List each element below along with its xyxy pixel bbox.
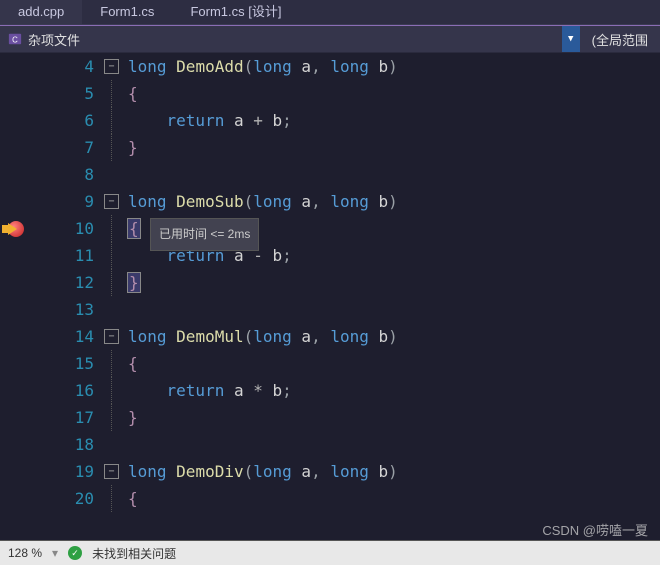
code-line[interactable] xyxy=(104,431,660,458)
line-number-gutter: 4567891011121314151617181920 xyxy=(34,53,104,543)
line-number: 7 xyxy=(34,134,94,161)
line-number: 12 xyxy=(34,269,94,296)
tab-form1-design[interactable]: Form1.cs [设计] xyxy=(172,0,299,24)
code-line[interactable] xyxy=(104,161,660,188)
tab-add-cpp[interactable]: add.cpp xyxy=(0,0,82,24)
zoom-dropdown-icon[interactable]: ▾ xyxy=(52,546,58,560)
code-line[interactable]: } xyxy=(104,269,660,296)
project-dropdown[interactable]: C 杂项文件 xyxy=(0,30,562,49)
line-number: 6 xyxy=(34,107,94,134)
line-number: 8 xyxy=(34,161,94,188)
code-line[interactable]: } xyxy=(104,404,660,431)
zoom-level[interactable]: 128 % xyxy=(8,546,42,560)
code-line[interactable]: return a * b; xyxy=(104,377,660,404)
project-name: 杂项文件 xyxy=(28,30,80,49)
line-number: 13 xyxy=(34,296,94,323)
fold-toggle[interactable]: − xyxy=(104,59,119,74)
line-number: 17 xyxy=(34,404,94,431)
code-area[interactable]: −long DemoAdd(long a, long b){ return a … xyxy=(104,53,660,543)
line-number: 18 xyxy=(34,431,94,458)
line-number: 11 xyxy=(34,242,94,269)
fold-toggle[interactable]: − xyxy=(104,329,119,344)
status-bar: 128 % ▾ ✓ 未找到相关问题 xyxy=(0,540,660,565)
line-number: 4 xyxy=(34,53,94,80)
perf-tooltip: 已用时间 <= 2ms xyxy=(150,218,259,251)
chevron-down-icon: ▼ xyxy=(568,34,573,44)
tab-form1-cs[interactable]: Form1.cs xyxy=(82,0,172,24)
line-number: 20 xyxy=(34,485,94,512)
code-line[interactable]: { xyxy=(104,485,660,512)
scope-label[interactable]: (全局范围 xyxy=(580,30,660,49)
context-toolbar: C 杂项文件 ▼ (全局范围 xyxy=(0,25,660,53)
code-line[interactable] xyxy=(104,296,660,323)
line-number: 14 xyxy=(34,323,94,350)
code-line[interactable]: } xyxy=(104,134,660,161)
dropdown-button[interactable]: ▼ xyxy=(562,26,580,52)
fold-toggle[interactable]: − xyxy=(104,194,119,209)
code-line[interactable]: −long DemoSub(long a, long b) xyxy=(104,188,660,215)
line-number: 9 xyxy=(34,188,94,215)
line-number: 16 xyxy=(34,377,94,404)
code-editor[interactable]: 4567891011121314151617181920 −long DemoA… xyxy=(0,53,660,543)
csharp-file-icon: C xyxy=(8,32,22,46)
code-line[interactable]: { xyxy=(104,80,660,107)
code-line[interactable]: {已用时间 <= 2ms xyxy=(104,215,660,242)
line-number: 5 xyxy=(34,80,94,107)
svg-text:C: C xyxy=(12,36,18,45)
fold-toggle[interactable]: − xyxy=(104,464,119,479)
issues-text[interactable]: 未找到相关问题 xyxy=(92,545,176,562)
tab-bar: add.cpp Form1.cs Form1.cs [设计] xyxy=(0,0,660,25)
line-number: 10 xyxy=(34,215,94,242)
check-icon: ✓ xyxy=(68,546,82,560)
code-line[interactable]: −long DemoDiv(long a, long b) xyxy=(104,458,660,485)
line-number: 19 xyxy=(34,458,94,485)
breakpoint-margin[interactable] xyxy=(0,53,34,543)
code-line[interactable]: −long DemoAdd(long a, long b) xyxy=(104,53,660,80)
code-line[interactable]: return a + b; xyxy=(104,107,660,134)
code-line[interactable]: { xyxy=(104,350,660,377)
current-line-arrow-icon xyxy=(8,223,17,235)
line-number: 15 xyxy=(34,350,94,377)
watermark: CSDN @唠嗑一夏 xyxy=(542,520,648,539)
code-line[interactable]: −long DemoMul(long a, long b) xyxy=(104,323,660,350)
